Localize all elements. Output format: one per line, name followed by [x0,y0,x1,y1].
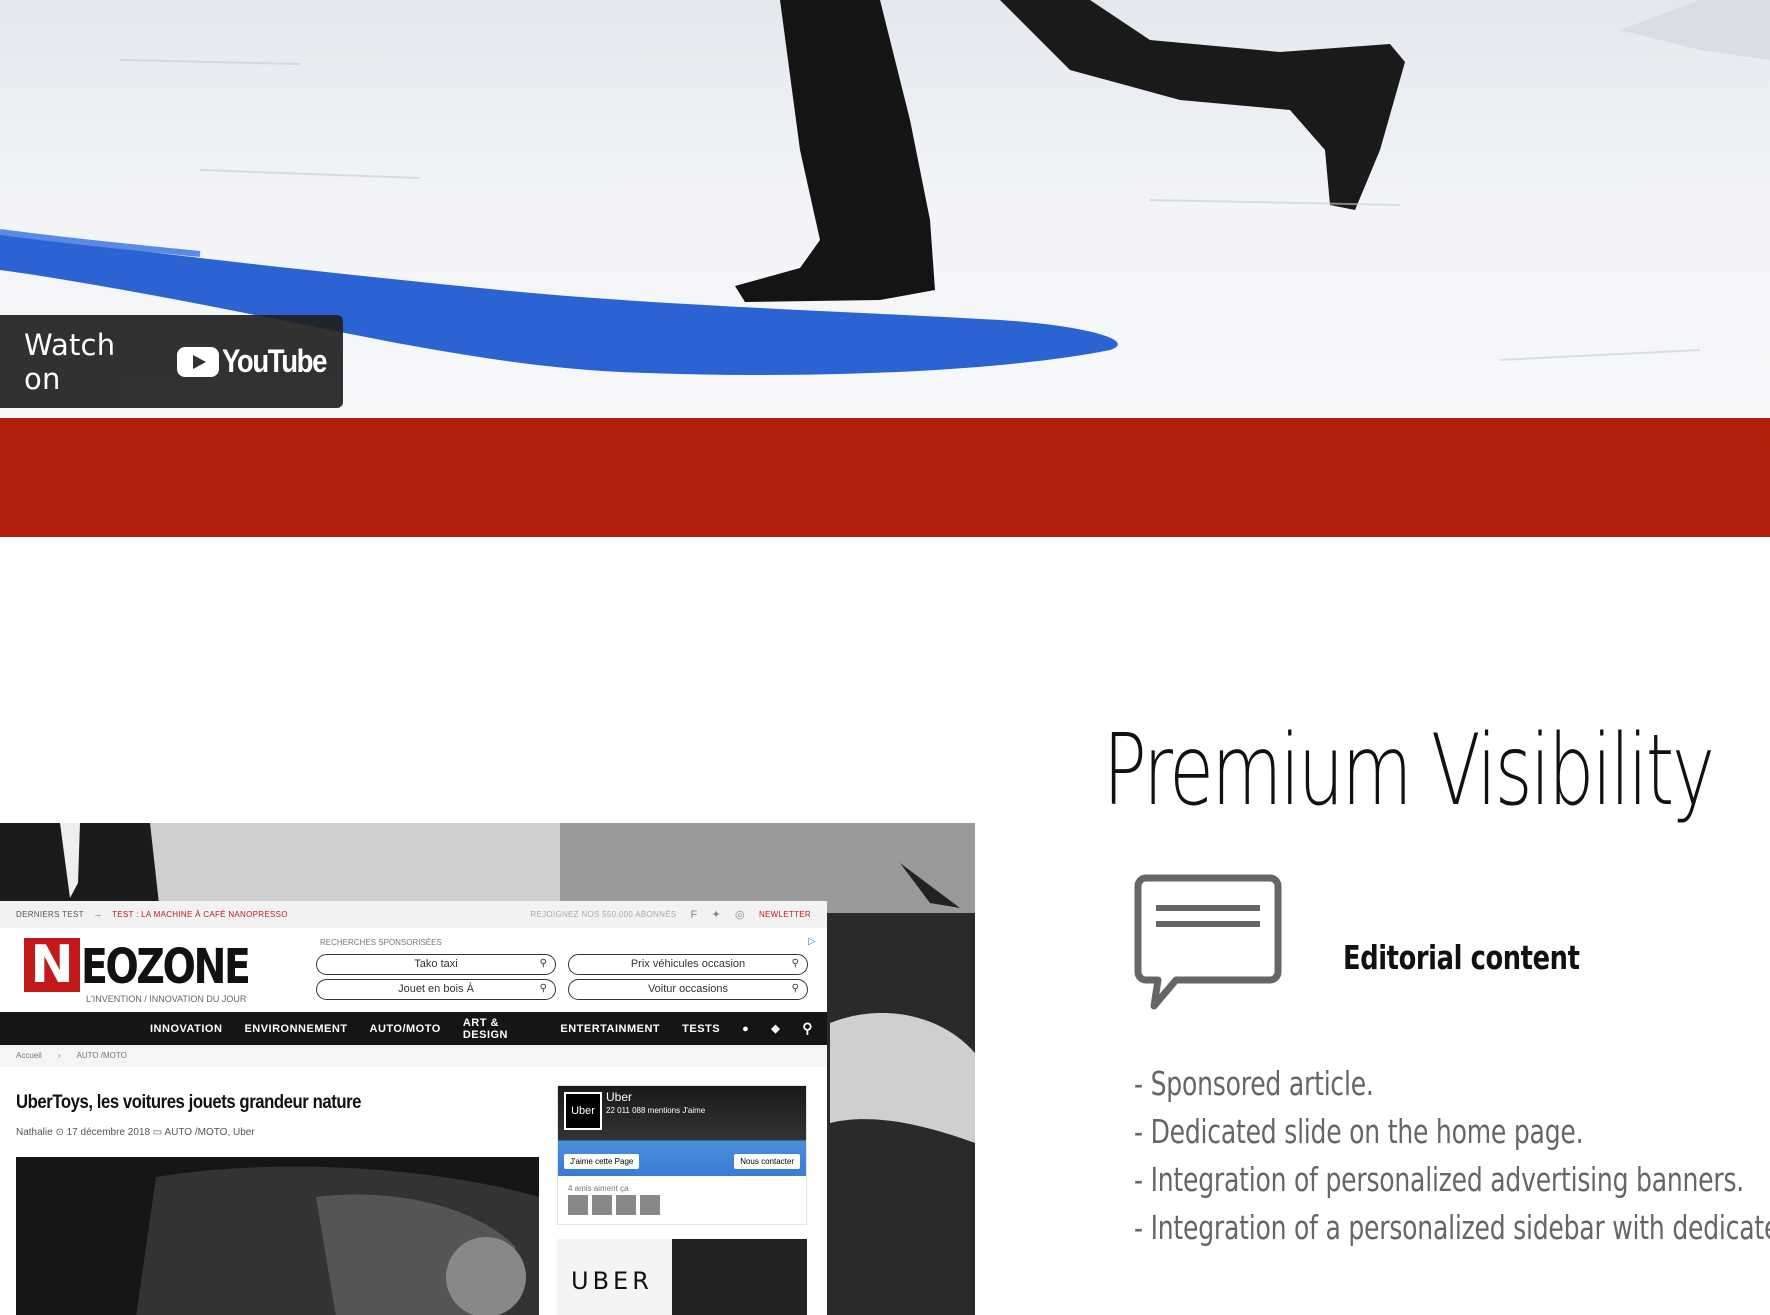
breadcrumb-home[interactable]: Accueil [16,1051,42,1060]
list-item: - Integration of a personalized sidebar … [1134,1208,1770,1247]
breadcrumb-category[interactable]: AUTO /MOTO [76,1051,126,1060]
main-nav: INNOVATION ENVIRONNEMENT AUTO/MOTO ART &… [0,1012,827,1045]
uber-ad-banner[interactable]: UBER [557,1239,807,1315]
search-pill-label: Voitur occasions [647,983,729,995]
neozone-logo[interactable]: N EOZONE [24,938,285,992]
red-separator-band [0,418,1770,537]
feature-bullet-list: - Sponsored article. - Dedicated slide o… [1134,1060,1770,1252]
list-item: - Integration of personalized advertisin… [1134,1160,1745,1199]
android-icon[interactable]: ◆ [771,1022,780,1035]
youtube-wordmark: YouTube [222,343,327,379]
latest-label: DERNIERS TEST [16,910,84,919]
logo-n-block: N [24,938,80,992]
top-bar: DERNIERS TEST → TEST : LA MACHINE À CAFÉ… [0,901,827,928]
search-icon: ⚲ [791,983,799,994]
logo-wordmark: EOZONE [81,939,251,995]
nav-item-environnement[interactable]: ENVIRONNEMENT [244,1023,347,1035]
nav-item-art-design[interactable]: ART & DESIGN [463,1017,539,1041]
facebook-icon[interactable]: f [690,909,697,921]
watch-on-label: Watch on [24,327,116,396]
article-title[interactable]: UberToys, les voitures jouets grandeur n… [16,1092,361,1114]
search-pill[interactable]: Voitur occasions ⚲ [568,979,808,1000]
search-pill[interactable]: Jouet en bois À ⚲ [316,979,556,1000]
comment-icon [1134,874,1282,1010]
avatar [616,1195,636,1215]
nav-item-innovation[interactable]: INNOVATION [150,1023,222,1035]
youtube-logo: YouTube [177,343,343,380]
search-icon: ⚲ [539,983,547,994]
article-meta: Nathalie ⊙ 17 décembre 2018 ▭ AUTO /MOTO… [16,1127,255,1138]
breadcrumb: Accueil › AUTO /MOTO [0,1045,827,1067]
newsletter-link[interactable]: NEWLETTER [759,910,811,919]
feature-label: Editorial content [1343,938,1580,977]
avatar [592,1195,612,1215]
apple-icon[interactable]: ● [742,1023,749,1035]
adchoices-icon[interactable]: ▷ [808,936,816,947]
facebook-page-widget[interactable]: Uber Uber 22 011 088 mentions J'aime J'a… [557,1085,807,1225]
nav-item-auto-moto[interactable]: AUTO/MOTO [370,1023,441,1035]
search-pill-label: Tako taxi [414,958,458,970]
fb-page-avatar[interactable]: Uber [564,1092,602,1130]
nav-item-tests[interactable]: TESTS [682,1023,720,1035]
search-icon[interactable]: ⚲ [802,1020,813,1037]
latest-item-link[interactable]: TEST : LA MACHINE À CAFÉ NANOPRESSO [112,910,288,919]
search-icon: ⚲ [791,958,799,969]
fb-page-name[interactable]: Uber [606,1090,632,1104]
search-pill-label: Prix véhicules occasion [630,958,746,970]
section-title: Premium Visibility [1103,714,1715,828]
fb-likes-count: 22 011 088 mentions J'aime [606,1106,706,1115]
sponsored-searches-label: RECHERCHES SPONSORISÉES [320,938,442,947]
fb-friends-like-text: 4 amis aiment ça [568,1184,629,1193]
logo-tagline: L'INVENTION / INNOVATION DU JOUR [86,994,247,1004]
search-pill[interactable]: Tako taxi ⚲ [316,954,556,975]
search-icon: ⚲ [539,958,547,969]
avatar [640,1195,660,1215]
neozone-website: DERNIERS TEST → TEST : LA MACHINE À CAFÉ… [0,901,827,1315]
site-header: N EOZONE L'INVENTION / INNOVATION DU JOU… [0,928,827,1012]
site-screenshot-mockup: DERNIERS TEST → TEST : LA MACHINE À CAFÉ… [0,823,975,1315]
search-pill[interactable]: Prix véhicules occasion ⚲ [568,954,808,975]
fb-cover-image: Uber Uber 22 011 088 mentions J'aime J'a… [558,1086,806,1176]
fb-friends-avatars [558,1195,806,1215]
article-image[interactable] [16,1157,539,1315]
video-embed[interactable]: Watch on YouTube [0,0,1770,418]
arrow-right-icon: → [93,910,103,919]
youtube-play-icon [177,346,220,377]
fb-like-button[interactable]: J'aime cette Page [564,1154,640,1169]
watch-on-youtube-button[interactable]: Watch on YouTube [0,315,343,408]
list-item: - Dedicated slide on the home page. [1134,1112,1584,1151]
breadcrumb-separator: › [58,1051,61,1060]
nav-item-entertainment[interactable]: ENTERTAINMENT [560,1023,660,1035]
fb-contact-button[interactable]: Nous contacter [734,1154,800,1169]
join-subscribers-text: REJOIGNEZ NOS 550.000 ABONNÉS [530,910,677,919]
ad-brand-text: UBER [571,1267,653,1295]
instagram-icon[interactable]: ◎ [735,908,745,921]
car-photo [16,1157,539,1315]
twitter-icon[interactable]: ✦ [712,908,722,921]
search-pill-label: Jouet en bois À [398,983,474,995]
avatar [568,1195,588,1215]
list-item: - Sponsored article. [1134,1064,1374,1103]
